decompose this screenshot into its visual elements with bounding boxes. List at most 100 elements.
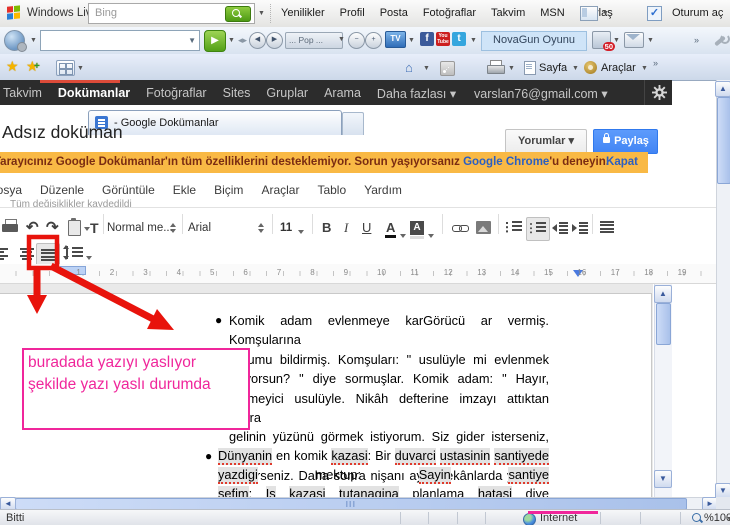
link-yenilikler[interactable]: Yenilikler [281, 7, 325, 19]
doc-text-line[interactable]: Komik adam evlenmeye karGörücü ar vermiş… [213, 311, 549, 350]
menu-bicim[interactable]: Biçim [214, 183, 243, 197]
media-player-display[interactable]: ... Pop ... [285, 32, 343, 49]
left-indent-marker[interactable] [60, 266, 86, 275]
doc-text[interactable]: mektup: [258, 467, 419, 482]
toolbar-search-input[interactable]: ▼ [40, 30, 200, 51]
link-takvim[interactable]: Takvim [491, 7, 525, 19]
doc-text-line[interactable]: sefim: Is kazasi tutanagina planlama hat… [203, 485, 549, 498]
globe-dropdown-icon[interactable]: ▼ [30, 37, 37, 44]
redo-button[interactable]: ↷ [46, 218, 59, 236]
media-prev-button[interactable]: ◀ [249, 32, 266, 49]
home-icon[interactable]: ⌂ [405, 60, 413, 75]
bing-search-input[interactable]: Bing [88, 3, 255, 24]
gbar-item-daha-fazlasi[interactable]: Daha fazlası ▾ [377, 86, 456, 101]
go-button[interactable]: ▶ [204, 30, 226, 52]
tools-menu-button[interactable]: Araçlar [601, 62, 636, 74]
bold-button[interactable]: B [322, 220, 331, 235]
misspelled-word[interactable]: duvarci [394, 448, 436, 465]
chrome-link[interactable]: Google Chrome [463, 156, 549, 168]
globe-settings-icon[interactable] [4, 30, 27, 52]
numbered-list-button[interactable] [506, 221, 522, 235]
player-dropdown-icon[interactable]: ▼ [338, 36, 345, 43]
volume-down-button[interactable]: − [348, 32, 365, 49]
paragraph-style-select[interactable]: Normal me... [107, 222, 173, 234]
insert-link-icon[interactable] [452, 225, 469, 232]
doc-text-line[interactable]: görmeyici usulüyle. Nikâh defterine imza… [213, 389, 549, 428]
favorites-star-icon[interactable]: ★ [6, 58, 19, 75]
panel-dropdown-icon[interactable]: ▼ [602, 10, 609, 17]
insert-image-icon[interactable] [476, 221, 491, 234]
counter-dropdown-icon[interactable]: ▼ [613, 37, 620, 44]
comments-button[interactable]: Yorumlar ▾ [505, 129, 587, 154]
link-posta[interactable]: Posta [380, 7, 408, 19]
browser-vscrollbar-thumb[interactable] [717, 97, 730, 184]
web-clipboard-icon[interactable] [68, 218, 81, 236]
search-button[interactable] [225, 6, 251, 22]
settings-gear-button[interactable] [644, 80, 673, 105]
mail-dropdown-icon[interactable]: ▼ [647, 37, 654, 44]
sign-in-link[interactable]: Oturum aç [672, 7, 723, 19]
doc-text-line[interactable]: istiyorsun? " diye sormuşlar. Komik adam… [213, 369, 549, 388]
account-email[interactable]: varslan76@gmail.com ▾ [474, 86, 608, 101]
print-icon[interactable] [487, 60, 505, 74]
new-tab-stub[interactable] [342, 112, 364, 135]
tv-dropdown-icon[interactable]: ▼ [408, 37, 415, 44]
quick-tabs-dropdown-icon[interactable]: ▼ [77, 65, 84, 72]
misspelled-word[interactable]: santiye [508, 466, 549, 484]
social-dropdown-icon[interactable]: ▼ [470, 37, 477, 44]
ruler[interactable]: 1 2 3 4 5 6 7 8 9 10 11 12 13 14 15 16 17 18 19 [0, 264, 716, 284]
scroll-up-icon[interactable]: ▲ [715, 81, 730, 97]
menu-yardim[interactable]: Yardım [364, 183, 402, 197]
tv-icon[interactable]: TV [385, 31, 406, 48]
checkbox-icon[interactable]: ✓ [647, 6, 662, 21]
page-dropdown-icon[interactable]: ▼ [572, 65, 579, 72]
menu-goruntule[interactable]: Görüntüle [102, 183, 155, 197]
home-dropdown-icon[interactable]: ▼ [423, 65, 430, 72]
doc-scrollbar-thumb[interactable] [656, 303, 671, 345]
misspelled-word[interactable]: ustasinin [439, 448, 491, 465]
misspelled-word[interactable]: santiyede [494, 448, 549, 465]
misspelled-word[interactable]: Sayin [418, 466, 451, 484]
misspelled-word[interactable]: kazasi [331, 448, 368, 465]
align-center-button[interactable] [20, 248, 34, 262]
doc-text-line[interactable]: durumu bildirmiş. Komşuları: " usulüyle … [213, 350, 549, 369]
spacing-dropdown-icon[interactable] [86, 256, 92, 260]
menu-araclar[interactable]: Araçlar [261, 183, 299, 197]
print-dropdown-icon[interactable]: ▼ [508, 65, 515, 72]
layout-panel-icon[interactable] [580, 6, 598, 21]
gbar-item-dokumanlar[interactable]: Dokümanlar [58, 86, 130, 101]
zoom-dropdown-icon[interactable]: ▼ [726, 516, 730, 523]
overflow-chevron-icon[interactable]: » [694, 35, 699, 45]
doc-scroll-down-icon[interactable]: ▼ [654, 470, 672, 488]
link-fotograflar[interactable]: Fotoğraflar [423, 7, 476, 19]
novagun-button[interactable]: NovaGun Oyunu [481, 31, 587, 51]
indent-button[interactable] [572, 221, 588, 235]
link-profil[interactable]: Profil [340, 7, 365, 19]
document-title[interactable]: Adsız doküman [2, 122, 123, 143]
misspelled-word[interactable]: Dünyanin [218, 448, 273, 465]
link-msn[interactable]: MSN [540, 7, 564, 19]
menu-ekle[interactable]: Ekle [173, 183, 196, 197]
toolbar-pin-icon[interactable]: ◂▸ [238, 35, 247, 46]
share-button[interactable]: Paylaş [593, 129, 658, 154]
print-button[interactable] [2, 219, 18, 234]
text-color-button[interactable]: A [384, 220, 397, 238]
gbar-item-fotograflar[interactable]: Fotoğraflar [146, 86, 206, 101]
paint-format-button[interactable]: T [90, 220, 99, 236]
menu-tablo[interactable]: Tablo [317, 183, 346, 197]
misspelled-word[interactable]: yazdigi [218, 466, 258, 484]
tabbar-overflow-icon[interactable]: » [653, 58, 658, 68]
justify-icon[interactable] [600, 221, 614, 235]
size-dropdown-icon[interactable] [298, 230, 304, 234]
dismiss-link[interactable]: Kapat [606, 156, 638, 168]
menu-dosya[interactable]: Dosya [0, 183, 22, 197]
italic-button[interactable]: I [344, 220, 348, 236]
quick-tabs-icon[interactable] [56, 60, 75, 76]
highlight-color-button[interactable]: A [410, 221, 424, 239]
rss-feed-icon[interactable] [440, 61, 455, 76]
paragraph-2[interactable]: ● Dünyanin en komik kazasi: Bir duvarci … [203, 447, 549, 498]
search-dropdown-icon[interactable]: ▼ [258, 10, 265, 17]
doc-text[interactable] [451, 467, 509, 482]
undo-button[interactable]: ↶ [26, 218, 39, 236]
underline-button[interactable]: U [362, 220, 371, 235]
